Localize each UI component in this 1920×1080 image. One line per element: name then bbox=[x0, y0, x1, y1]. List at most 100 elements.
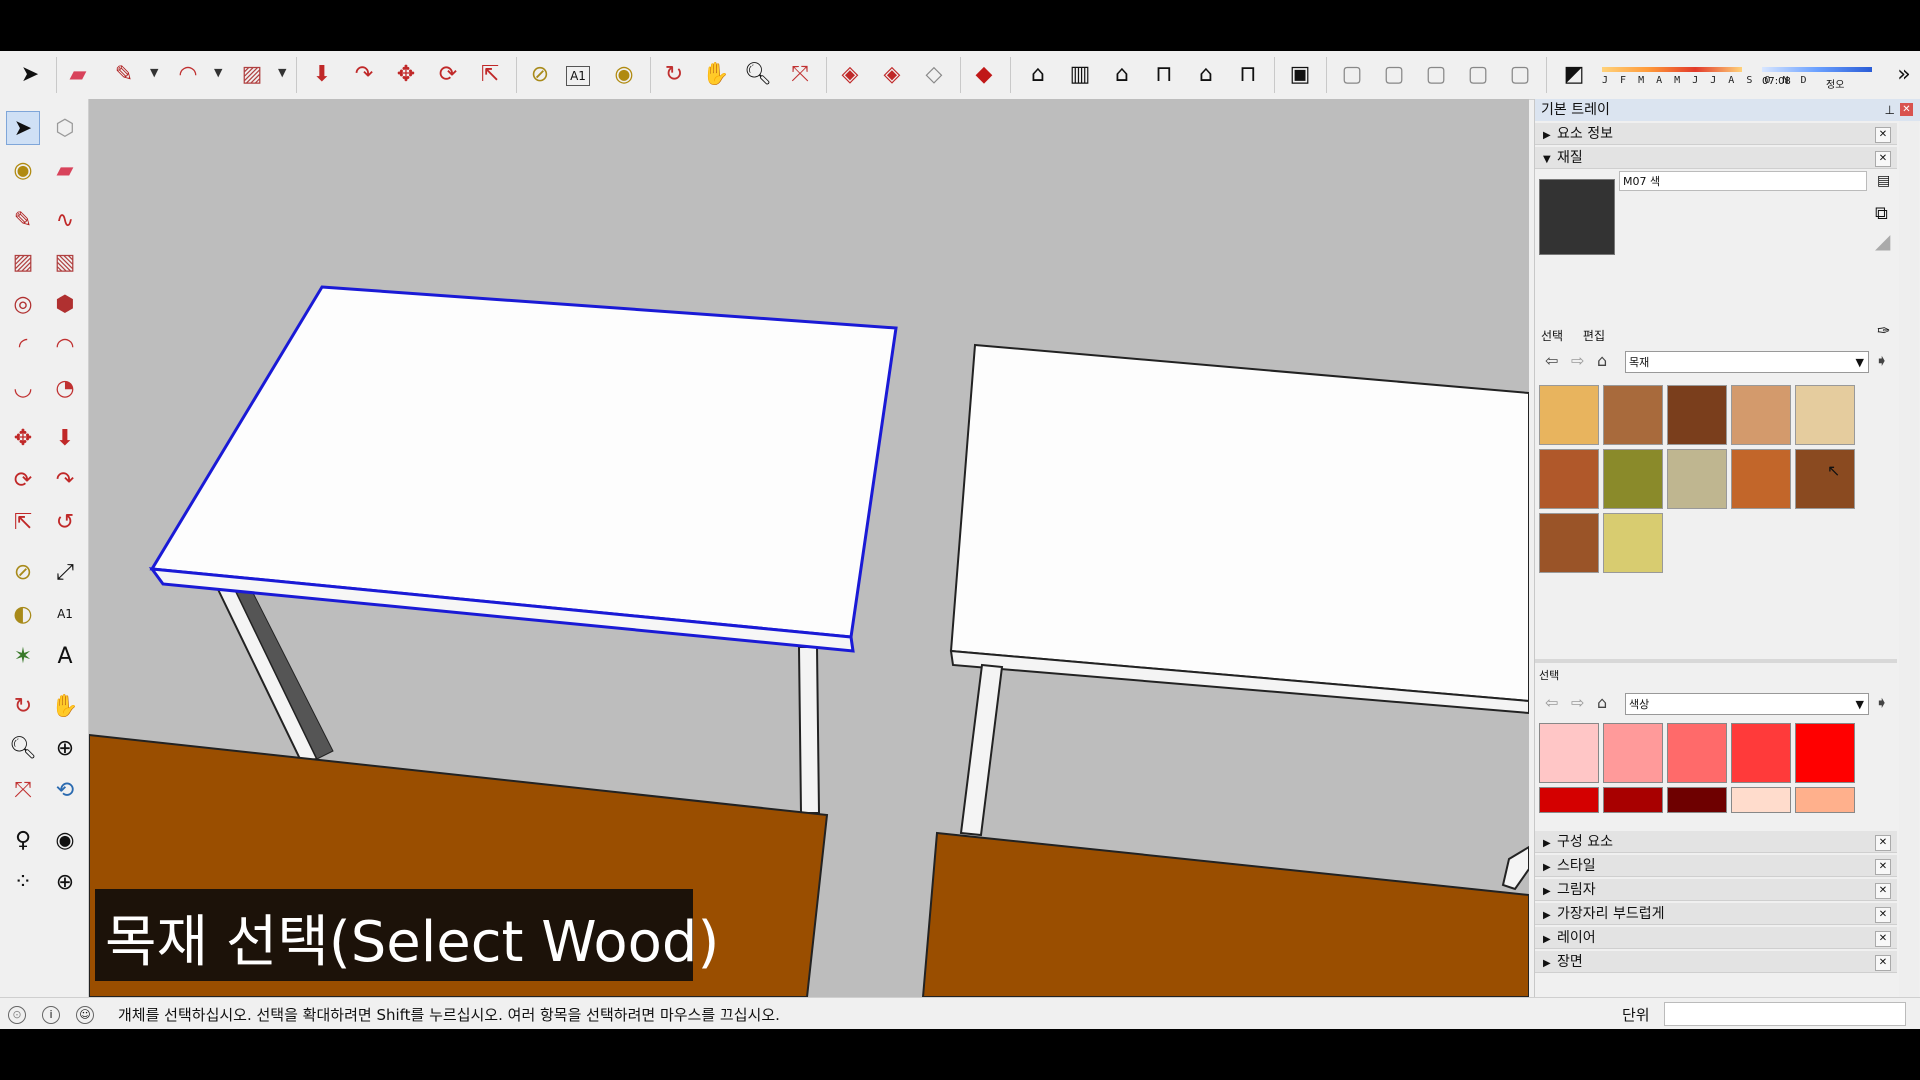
table-top[interactable] bbox=[949, 343, 1529, 703]
close-icon[interactable]: ✕ bbox=[1875, 955, 1891, 971]
panel-layers[interactable]: ▶ 레이어 ✕ bbox=[1535, 927, 1897, 949]
create-material-icon[interactable]: ⧉ bbox=[1875, 203, 1888, 224]
move-tool-icon[interactable]: ✥ bbox=[6, 421, 40, 455]
3d-text-icon[interactable]: A bbox=[48, 639, 82, 673]
color-swatch[interactable] bbox=[1731, 787, 1791, 813]
tape-measure-icon[interactable]: ⊘ bbox=[524, 59, 556, 91]
tab-select[interactable]: 선택 bbox=[1541, 327, 1563, 344]
wood-texture-swatch[interactable] bbox=[1667, 449, 1727, 509]
pan-tool-icon[interactable]: ✋ bbox=[48, 689, 82, 723]
axes-icon[interactable]: ✶ bbox=[6, 639, 40, 673]
move-icon[interactable]: ✥ bbox=[390, 59, 422, 91]
select-arrow-icon[interactable]: ➤ bbox=[14, 59, 46, 91]
walk-icon[interactable]: ⁘ bbox=[6, 865, 40, 899]
wireframe-style-icon[interactable]: ▢ bbox=[1336, 59, 1368, 91]
overflow-icon[interactable]: » bbox=[1888, 59, 1920, 91]
rotate-tool-icon[interactable]: ⟳ bbox=[6, 463, 40, 497]
pencil-line-icon[interactable]: ✎ bbox=[108, 59, 140, 91]
position-camera-icon[interactable]: ♀ bbox=[6, 823, 40, 857]
wood-texture-swatch[interactable] bbox=[1603, 385, 1663, 445]
polygon-icon[interactable]: ⬢ bbox=[48, 287, 82, 321]
previous-view-icon[interactable]: ⟲ bbox=[48, 773, 82, 807]
back-arrow-icon[interactable]: ⇦ bbox=[1545, 351, 1558, 370]
table-leg[interactable] bbox=[797, 646, 821, 814]
panel-soften-edges[interactable]: ▶ 가장자리 부드럽게 ✕ bbox=[1535, 903, 1897, 925]
follow-me-icon[interactable]: ↷ bbox=[348, 59, 380, 91]
floor-board[interactable] bbox=[921, 831, 1529, 997]
text-label-icon[interactable]: A1 bbox=[566, 66, 590, 86]
details-arrow-icon[interactable]: ➧ bbox=[1875, 351, 1888, 370]
forward-arrow-icon[interactable]: ⇨ bbox=[1571, 693, 1584, 712]
chevron-down-icon[interactable]: ▼ bbox=[278, 66, 286, 79]
zoom-tool-icon[interactable]: 🔍︎ bbox=[6, 731, 40, 765]
sample-paint-icon[interactable]: ✑ bbox=[1877, 321, 1890, 340]
close-icon[interactable]: ✕ bbox=[1875, 883, 1891, 899]
time-slider[interactable] bbox=[1762, 67, 1872, 72]
pan-hand-icon[interactable]: ✋ bbox=[700, 59, 732, 91]
push-pull-icon[interactable]: ⬇ bbox=[306, 59, 338, 91]
library-dropdown[interactable]: 목재 ▼ bbox=[1625, 351, 1869, 373]
follow-me-tool-icon[interactable]: ↷ bbox=[48, 463, 82, 497]
forward-arrow-icon[interactable]: ⇨ bbox=[1571, 351, 1584, 370]
rectangle-tool-icon[interactable]: ▨ bbox=[6, 245, 40, 279]
eraser-icon[interactable]: ▰ bbox=[48, 153, 82, 187]
panel-entity-info[interactable]: ▶ 요소 정보 ✕ bbox=[1535, 123, 1897, 145]
freehand-icon[interactable]: ∿ bbox=[48, 203, 82, 237]
wood-texture-swatch[interactable] bbox=[1731, 385, 1791, 445]
geo-location-icon[interactable]: ⊙ bbox=[8, 1006, 26, 1024]
close-icon[interactable]: ✕ bbox=[1875, 907, 1891, 923]
extension-warehouse-icon[interactable]: ◆ bbox=[968, 59, 1000, 91]
color-swatch[interactable] bbox=[1731, 723, 1791, 783]
close-icon[interactable]: ✕ bbox=[1875, 931, 1891, 947]
dimension-icon[interactable]: ⤢ bbox=[48, 555, 82, 589]
close-icon[interactable]: ✕ bbox=[1875, 859, 1891, 875]
section-plane-icon[interactable]: ⊕ bbox=[48, 865, 82, 899]
right-view-icon[interactable]: ⊓ bbox=[1148, 59, 1180, 91]
make-component-icon[interactable]: ⬡ bbox=[48, 111, 82, 145]
textured-style-icon[interactable]: ▢ bbox=[1462, 59, 1494, 91]
pane-splitter[interactable] bbox=[1535, 659, 1897, 663]
text-tool-icon[interactable]: A1 bbox=[48, 597, 82, 631]
color-swatch[interactable] bbox=[1795, 787, 1855, 813]
zoom-extents-tool-icon[interactable]: ⤧ bbox=[6, 773, 40, 807]
two-point-arc-icon[interactable]: ◠ bbox=[48, 329, 82, 363]
back-arrow-icon[interactable]: ⇦ bbox=[1545, 693, 1558, 712]
panel-styles[interactable]: ▶ 스타일 ✕ bbox=[1535, 855, 1897, 877]
panel-materials[interactable]: ▼ 재질 ✕ bbox=[1535, 147, 1897, 169]
scale-icon[interactable]: ⇱ bbox=[474, 59, 506, 91]
current-material-swatch[interactable] bbox=[1539, 179, 1615, 255]
shadows-toggle-icon[interactable]: ◩ bbox=[1558, 59, 1590, 91]
zoom-icon[interactable]: 🔍︎ bbox=[742, 59, 774, 91]
front-view-icon[interactable]: ⌂ bbox=[1106, 59, 1138, 91]
material-name-field[interactable]: M07 색 bbox=[1619, 171, 1867, 191]
iso-view-icon[interactable]: ⌂ bbox=[1022, 59, 1054, 91]
close-icon[interactable]: ✕ bbox=[1875, 151, 1891, 167]
pin-icon[interactable]: ⊥ bbox=[1885, 99, 1895, 121]
close-icon[interactable]: ✕ bbox=[1875, 127, 1891, 143]
close-icon[interactable]: ✕ bbox=[1900, 103, 1913, 116]
panel-components[interactable]: ▶ 구성 요소 ✕ bbox=[1535, 831, 1897, 853]
hidden-line-style-icon[interactable]: ▢ bbox=[1378, 59, 1410, 91]
color-swatch[interactable] bbox=[1667, 787, 1727, 813]
table-leg[interactable] bbox=[211, 575, 319, 763]
details-arrow-icon[interactable]: ➧ bbox=[1875, 693, 1888, 712]
wood-texture-swatch[interactable] bbox=[1795, 385, 1855, 445]
pie-icon[interactable]: ◔ bbox=[48, 371, 82, 405]
tray-scrollbar[interactable] bbox=[1899, 121, 1919, 997]
tape-measure-tool-icon[interactable]: ⊘ bbox=[6, 555, 40, 589]
top-view-icon[interactable]: ▥ bbox=[1064, 59, 1096, 91]
date-slider[interactable] bbox=[1602, 67, 1742, 72]
zoom-extents-icon[interactable]: ⤧ bbox=[784, 59, 816, 91]
offset-icon[interactable]: ↺ bbox=[48, 505, 82, 539]
color-swatch[interactable] bbox=[1603, 723, 1663, 783]
arc-tool-icon[interactable]: ◜ bbox=[6, 329, 40, 363]
paint-bucket-icon[interactable]: ◉ bbox=[608, 59, 640, 91]
select-tool-icon[interactable]: ➤ bbox=[6, 111, 40, 145]
measurements-box[interactable] bbox=[1664, 1002, 1906, 1026]
home-icon[interactable]: ⌂ bbox=[1597, 351, 1607, 370]
drawing-viewport[interactable]: 목재 선택(Select Wood) bbox=[89, 99, 1529, 997]
zoom-window-icon[interactable]: ⊕ bbox=[48, 731, 82, 765]
rectangle-icon[interactable]: ▨ bbox=[236, 59, 268, 91]
scale-tool-icon[interactable]: ⇱ bbox=[6, 505, 40, 539]
circle-icon[interactable]: ◎ bbox=[6, 287, 40, 321]
